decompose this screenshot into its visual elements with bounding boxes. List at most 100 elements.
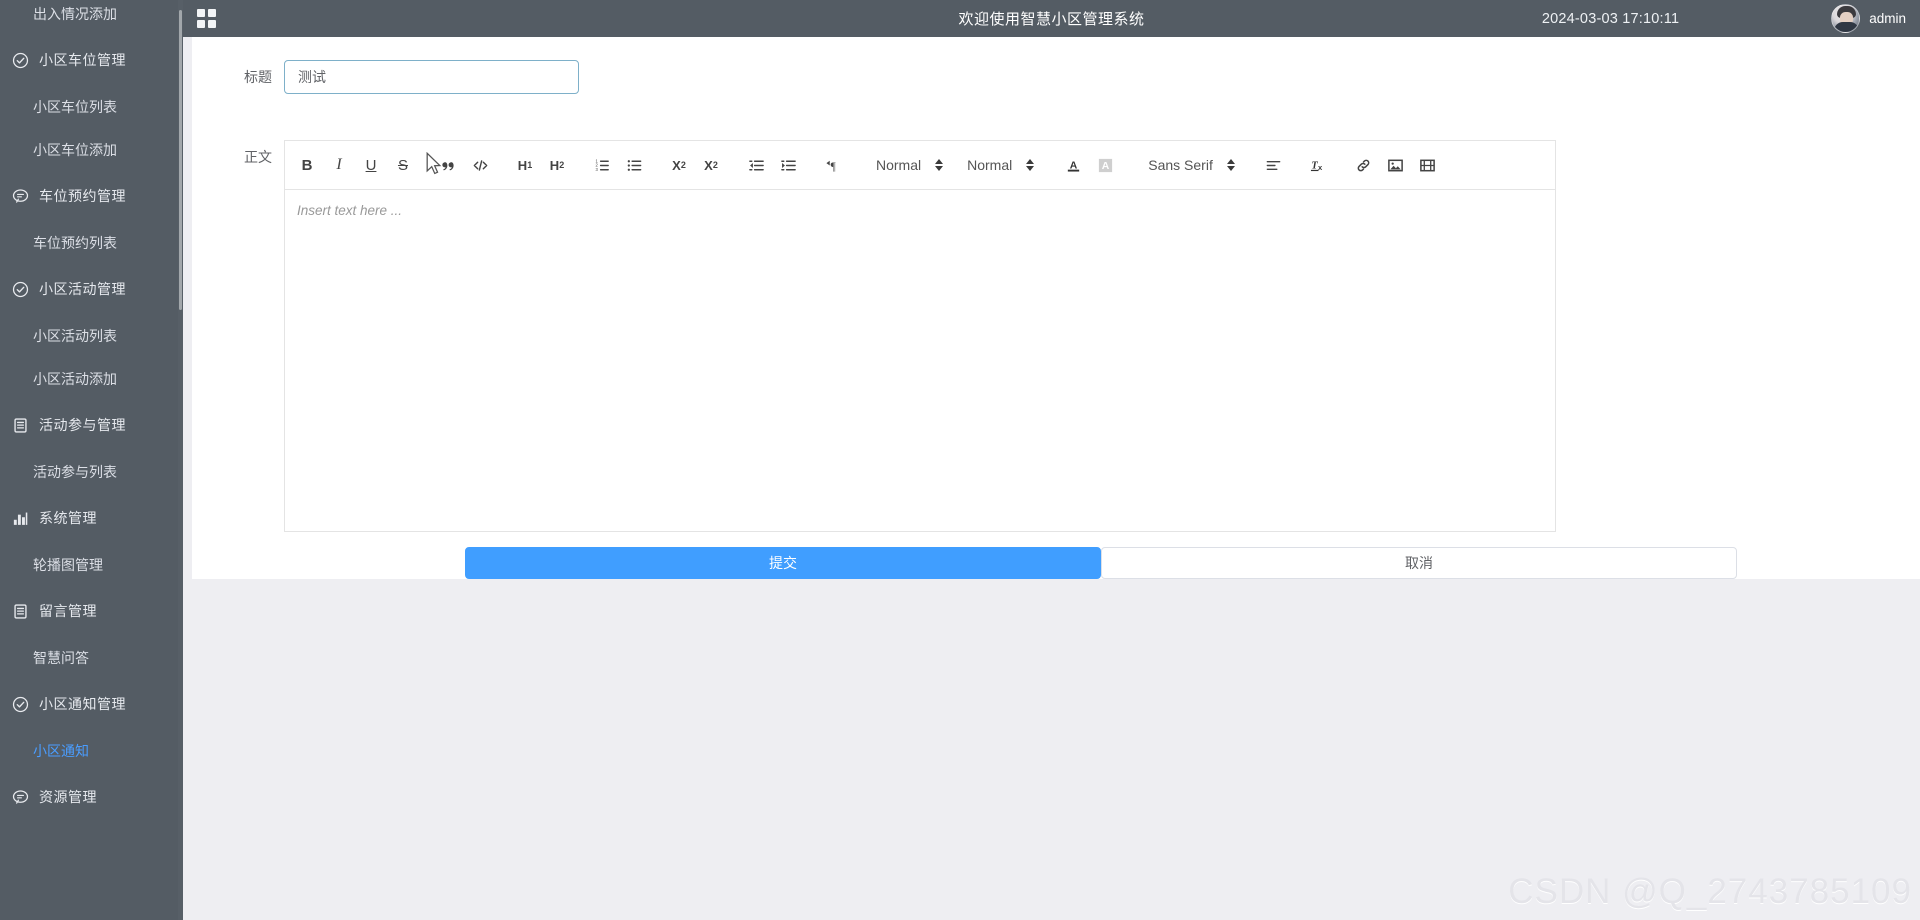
editor-body[interactable]: Insert text here ... bbox=[284, 189, 1556, 532]
svg-text:x: x bbox=[1318, 163, 1323, 172]
background-color-icon[interactable]: A bbox=[1093, 153, 1117, 177]
sidebar-item-label: 小区通知 bbox=[33, 742, 89, 759]
font-picker-value: Sans Serif bbox=[1148, 157, 1213, 173]
title-input[interactable] bbox=[284, 60, 579, 94]
rich-text-editor: B I U S H 1 H 2 1 2 3 X 2 X 2 ¶ Normal N… bbox=[284, 140, 1556, 532]
chevron-updown-icon bbox=[1226, 159, 1235, 171]
sidebar-group-17[interactable]: 资源管理 bbox=[0, 772, 183, 822]
sidebar-group-1[interactable]: 小区车位管理 bbox=[0, 35, 183, 85]
cancel-button[interactable]: 取消 bbox=[1101, 547, 1737, 579]
sidebar-item-label: 小区车位列表 bbox=[33, 98, 117, 115]
editor-toolbar: B I U S H 1 H 2 1 2 3 X 2 X 2 ¶ Normal N… bbox=[284, 140, 1556, 189]
size-picker[interactable]: Normal bbox=[959, 157, 1038, 173]
toolbar-group-headers: H1 H2 bbox=[509, 153, 573, 177]
blockquote-icon[interactable] bbox=[436, 153, 460, 177]
sidebar-group-label: 活动参与管理 bbox=[39, 417, 126, 433]
font-picker[interactable]: Sans Serif bbox=[1140, 157, 1239, 173]
subscript-icon[interactable]: X2 bbox=[667, 153, 691, 177]
chevron-updown-icon bbox=[1026, 159, 1035, 171]
code-block-icon[interactable] bbox=[468, 153, 492, 177]
sidebar-group-label: 留言管理 bbox=[39, 603, 97, 619]
sidebar-item-2[interactable]: 小区车位列表 bbox=[0, 85, 183, 128]
clock-text: 2024-03-03 17:10:11 bbox=[1541, 10, 1680, 27]
sidebar-item-7[interactable]: 小区活动列表 bbox=[0, 314, 183, 357]
link-icon[interactable] bbox=[1352, 153, 1376, 177]
sidebar-item-label: 小区车位添加 bbox=[33, 141, 117, 158]
sidebar-item-0[interactable]: 出入情况添加 bbox=[0, 0, 183, 35]
svg-text:3: 3 bbox=[595, 166, 598, 171]
toolbar-group-indent bbox=[740, 153, 804, 177]
underline-icon[interactable]: U bbox=[359, 153, 383, 177]
text-direction-icon[interactable]: ¶ bbox=[821, 153, 845, 177]
strike-icon[interactable]: S bbox=[391, 153, 415, 177]
sidebar-item-label: 活动参与列表 bbox=[33, 463, 117, 480]
bar-chart-icon bbox=[9, 507, 31, 529]
avatar bbox=[1831, 4, 1861, 33]
clear-format-icon[interactable]: T x bbox=[1307, 153, 1331, 177]
editor-placeholder: Insert text here ... bbox=[297, 203, 403, 218]
sidebar-item-label: 小区活动添加 bbox=[33, 370, 117, 387]
body-form-row: 正文 B I U S H 1 H 2 1 2 3 X 2 X 2 ¶ Norma… bbox=[228, 140, 1884, 532]
sidebar-group-label: 系统管理 bbox=[39, 510, 97, 526]
size-picker-value: Normal bbox=[967, 157, 1013, 173]
app-root: 出入情况添加 小区车位管理 小区车位列表 小区车位添加 车位预约管理 车位预约列表 小区活动… bbox=[0, 0, 1920, 920]
title-form-row: 标题 bbox=[228, 60, 1884, 94]
grid-toggle-icon[interactable] bbox=[187, 0, 225, 37]
grid-icon-glyph bbox=[196, 9, 216, 28]
ordered-list-icon[interactable]: 1 2 3 bbox=[590, 153, 614, 177]
sidebar-scrollbar-thumb[interactable] bbox=[179, 10, 182, 310]
top-header: 欢迎使用智慧小区管理系统 2024-03-03 17:10:11 admin bbox=[183, 0, 1920, 37]
toolbar-group-insert bbox=[1348, 153, 1444, 177]
header-2-icon[interactable]: H2 bbox=[545, 153, 569, 177]
toolbar-group-script: X2 X2 bbox=[663, 153, 727, 177]
sidebar-group-label: 小区车位管理 bbox=[39, 52, 126, 68]
user-menu[interactable]: admin bbox=[1831, 4, 1906, 33]
sidebar-group-4[interactable]: 车位预约管理 bbox=[0, 171, 183, 221]
toolbar-group-colors: A A bbox=[1057, 153, 1121, 177]
check-circle-icon bbox=[9, 49, 31, 71]
chevron-updown-icon bbox=[935, 159, 944, 171]
font-color-icon[interactable]: A bbox=[1061, 153, 1085, 177]
document-icon bbox=[9, 414, 31, 436]
indent-icon[interactable] bbox=[776, 153, 800, 177]
check-circle-icon bbox=[9, 693, 31, 715]
image-icon[interactable] bbox=[1384, 153, 1408, 177]
document-icon bbox=[9, 600, 31, 622]
outdent-icon[interactable] bbox=[744, 153, 768, 177]
submit-button[interactable]: 提交 bbox=[465, 547, 1101, 579]
chat-bubble-icon bbox=[9, 786, 31, 808]
superscript-icon[interactable]: X2 bbox=[699, 153, 723, 177]
sidebar-item-16[interactable]: 小区通知 bbox=[0, 729, 183, 772]
username-label: admin bbox=[1869, 11, 1906, 26]
sidebar-group-13[interactable]: 留言管理 bbox=[0, 586, 183, 636]
sidebar-group-label: 小区活动管理 bbox=[39, 281, 126, 297]
sidebar-item-label: 出入情况添加 bbox=[33, 5, 117, 22]
bold-icon[interactable]: B bbox=[295, 153, 319, 177]
sidebar-group-11[interactable]: 系统管理 bbox=[0, 493, 183, 543]
sidebar-item-5[interactable]: 车位预约列表 bbox=[0, 221, 183, 264]
toolbar-group-lists: 1 2 3 bbox=[586, 153, 650, 177]
sidebar-item-label: 车位预约列表 bbox=[33, 234, 117, 251]
sidebar-item-8[interactable]: 小区活动添加 bbox=[0, 357, 183, 400]
italic-icon[interactable]: I bbox=[327, 153, 351, 177]
sidebar-item-12[interactable]: 轮播图管理 bbox=[0, 543, 183, 586]
sidebar-group-9[interactable]: 活动参与管理 bbox=[0, 400, 183, 450]
check-circle-icon bbox=[9, 278, 31, 300]
header-right-zone: 2024-03-03 17:10:11 admin bbox=[1542, 0, 1906, 37]
sidebar-item-label: 小区活动列表 bbox=[33, 327, 117, 344]
sidebar-group-6[interactable]: 小区活动管理 bbox=[0, 264, 183, 314]
sidebar-group-15[interactable]: 小区通知管理 bbox=[0, 679, 183, 729]
bullet-list-icon[interactable] bbox=[622, 153, 646, 177]
video-icon[interactable] bbox=[1416, 153, 1440, 177]
align-icon[interactable] bbox=[1262, 153, 1286, 177]
header-picker-value: Normal bbox=[876, 157, 922, 173]
header-1-icon[interactable]: H1 bbox=[513, 153, 537, 177]
header-picker[interactable]: Normal bbox=[868, 157, 947, 173]
chat-bubble-icon bbox=[9, 185, 31, 207]
sidebar-group-label: 小区通知管理 bbox=[39, 696, 126, 712]
sidebar-item-3[interactable]: 小区车位添加 bbox=[0, 128, 183, 171]
sidebar-item-label: 智慧问答 bbox=[33, 649, 89, 666]
sidebar-group-label: 车位预约管理 bbox=[39, 188, 126, 204]
sidebar-item-10[interactable]: 活动参与列表 bbox=[0, 450, 183, 493]
sidebar-item-14[interactable]: 智慧问答 bbox=[0, 636, 183, 679]
